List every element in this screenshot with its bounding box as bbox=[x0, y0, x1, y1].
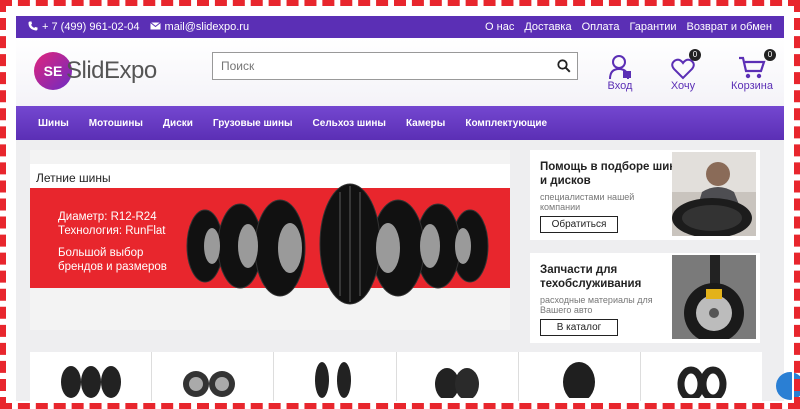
moto-tires-thumbnail bbox=[315, 362, 352, 398]
site-logo[interactable]: SE SlidExpo bbox=[34, 46, 184, 96]
main-nav: Шины Мотошины Диски Грузовые шины Сельхо… bbox=[16, 106, 784, 140]
wishlist-count: 0 bbox=[689, 49, 701, 61]
heart-icon: 0 bbox=[659, 49, 707, 80]
banner-line-diameter: Диаметр: R12-R24 bbox=[58, 211, 157, 223]
promo-spare-parts: Запчасти для техобслуживания расходные м… bbox=[530, 253, 760, 343]
category-tile-tubes[interactable] bbox=[641, 352, 762, 403]
chat-widget-button[interactable] bbox=[776, 372, 800, 400]
banner-line-choice: Большой выбор bbox=[58, 247, 144, 259]
tire-service-photo bbox=[672, 255, 756, 339]
contact-email[interactable]: mail@slidexpo.ru bbox=[149, 21, 250, 33]
nav-item-agro-tires[interactable]: Сельхоз шины bbox=[313, 118, 386, 129]
nav-item-tires[interactable]: Шины bbox=[38, 118, 69, 129]
mechanic-photo bbox=[672, 152, 756, 236]
promo-tire-selection: Помощь в подборе шин и дисков специалист… bbox=[530, 150, 760, 240]
wishlist-label: Хочу bbox=[670, 80, 696, 92]
link-payment[interactable]: Оплата bbox=[582, 21, 620, 33]
nav-item-truck-tires[interactable]: Грузовые шины bbox=[213, 118, 293, 129]
link-returns[interactable]: Возврат и обмен bbox=[687, 21, 772, 33]
contact-button[interactable]: Обратиться bbox=[540, 216, 618, 233]
top-links: О нас Доставка Оплата Гарантии Возврат и… bbox=[485, 21, 772, 33]
logo-text: SlidExpo bbox=[66, 57, 157, 84]
search-icon[interactable] bbox=[557, 59, 571, 78]
login-button[interactable]: Вход bbox=[596, 52, 644, 92]
category-tiles bbox=[30, 352, 762, 403]
agro-tires-thumbnail bbox=[562, 362, 595, 398]
category-tile-tires[interactable] bbox=[30, 352, 153, 403]
cart-count: 0 bbox=[764, 49, 776, 61]
cart-button[interactable]: 0 Корзина bbox=[724, 49, 780, 92]
catalog-button[interactable]: В каталог bbox=[540, 319, 618, 336]
promo-subtitle: специалистами нашей компании bbox=[540, 192, 635, 212]
login-label: Вход bbox=[607, 80, 633, 92]
link-guarantee[interactable]: Гарантии bbox=[629, 21, 676, 33]
category-tile-wheels[interactable] bbox=[152, 352, 275, 403]
truck-tires-thumbnail bbox=[434, 368, 479, 398]
nav-item-accessories[interactable]: Комплектующие bbox=[465, 118, 547, 129]
nav-item-wheels[interactable]: Диски bbox=[163, 118, 193, 129]
category-tile-agro[interactable] bbox=[519, 352, 641, 403]
category-tile-moto[interactable] bbox=[274, 352, 397, 403]
cart-icon: 0 bbox=[724, 49, 780, 80]
contact-phone[interactable]: + 7 (499) 961-02-04 bbox=[28, 21, 140, 34]
banner-line-technology: Технология: RunFlat bbox=[58, 225, 166, 237]
banner-line-brands: брендов и размеров bbox=[58, 261, 167, 273]
header: SE SlidExpo Вход 0 Хочу 0 Корзина bbox=[16, 38, 784, 106]
promo-title: Помощь в подборе шин и дисков bbox=[540, 161, 677, 187]
user-icon bbox=[596, 52, 644, 80]
tubes-thumbnail bbox=[677, 366, 727, 398]
promo-title: Запчасти для техобслуживания bbox=[540, 264, 642, 290]
summer-tires-banner[interactable]: Летние шины Диаметр: R12-R24 Технология:… bbox=[30, 150, 510, 330]
wheels-thumbnail bbox=[183, 371, 236, 397]
top-bar: + 7 (499) 961-02-04 mail@slidexpo.ru О н… bbox=[16, 16, 784, 38]
promo-subtitle: расходные материалы для Вашего авто bbox=[540, 295, 653, 315]
wishlist-button[interactable]: 0 Хочу bbox=[659, 49, 707, 92]
phone-icon bbox=[28, 21, 38, 34]
search-box bbox=[212, 52, 578, 80]
link-delivery[interactable]: Доставка bbox=[524, 21, 571, 33]
mail-icon bbox=[149, 21, 161, 33]
nav-item-moto-tires[interactable]: Мотошины bbox=[89, 118, 143, 129]
phone-number: + 7 (499) 961-02-04 bbox=[42, 21, 140, 33]
email-address: mail@slidexpo.ru bbox=[164, 21, 250, 33]
search-input[interactable] bbox=[213, 53, 577, 79]
banner-text: Диаметр: R12-R24 Технология: RunFlat Бол… bbox=[58, 210, 167, 274]
link-about[interactable]: О нас bbox=[485, 21, 514, 33]
banner-title: Летние шины bbox=[36, 171, 111, 185]
banner-top-strip bbox=[30, 150, 510, 164]
nav-item-tubes[interactable]: Камеры bbox=[406, 118, 445, 129]
tires-image bbox=[186, 183, 489, 305]
cart-label: Корзина bbox=[731, 80, 773, 92]
category-tile-truck[interactable] bbox=[397, 352, 519, 403]
tires-thumbnail bbox=[61, 366, 121, 398]
